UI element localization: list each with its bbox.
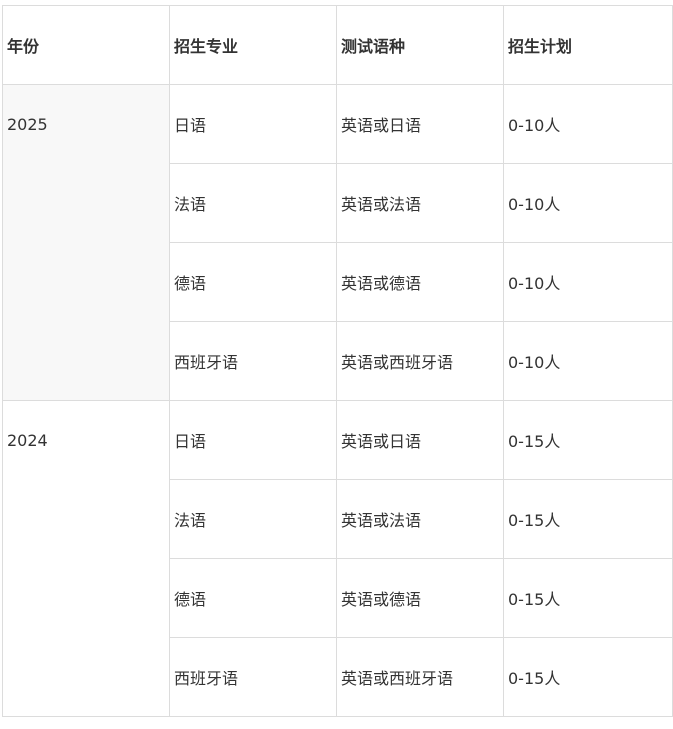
plan-cell: 0-15人 bbox=[503, 558, 673, 638]
admissions-table-container: 年份 招生专业 测试语种 招生计划 2025 日语 英语或日语 0-10人 法语… bbox=[2, 5, 673, 717]
table-row: 2025 日语 英语或日语 0-10人 bbox=[2, 84, 673, 401]
plan-cell: 0-10人 bbox=[503, 242, 673, 322]
plan-cell: 0-10人 bbox=[503, 84, 673, 164]
major-cell: 德语 bbox=[169, 558, 337, 638]
language-cell: 英语或德语 bbox=[336, 558, 504, 638]
major-cell: 西班牙语 bbox=[169, 637, 337, 717]
language-cell: 英语或日语 bbox=[336, 400, 504, 480]
year-cell: 2025 bbox=[2, 84, 170, 401]
plan-cell: 0-10人 bbox=[503, 163, 673, 243]
header-year: 年份 bbox=[2, 5, 170, 85]
table-row: 2024 日语 英语或日语 0-15人 bbox=[2, 400, 673, 717]
plan-cell: 0-15人 bbox=[503, 400, 673, 480]
language-cell: 英语或法语 bbox=[336, 479, 504, 559]
language-cell: 英语或德语 bbox=[336, 242, 504, 322]
major-cell: 日语 bbox=[169, 400, 337, 480]
major-cell: 西班牙语 bbox=[169, 321, 337, 401]
major-cell: 德语 bbox=[169, 242, 337, 322]
admissions-table: 年份 招生专业 测试语种 招生计划 2025 日语 英语或日语 0-10人 法语… bbox=[2, 5, 673, 717]
language-cell: 英语或法语 bbox=[336, 163, 504, 243]
language-cell: 英语或西班牙语 bbox=[336, 321, 504, 401]
header-major: 招生专业 bbox=[169, 5, 337, 85]
plan-cell: 0-10人 bbox=[503, 321, 673, 401]
year-cell: 2024 bbox=[2, 400, 170, 717]
major-cell: 法语 bbox=[169, 163, 337, 243]
major-cell: 日语 bbox=[169, 84, 337, 164]
plan-cell: 0-15人 bbox=[503, 637, 673, 717]
header-plan: 招生计划 bbox=[503, 5, 673, 85]
plan-cell: 0-15人 bbox=[503, 479, 673, 559]
language-cell: 英语或西班牙语 bbox=[336, 637, 504, 717]
table-header-row: 年份 招生专业 测试语种 招生计划 bbox=[2, 5, 673, 85]
major-cell: 法语 bbox=[169, 479, 337, 559]
header-language: 测试语种 bbox=[336, 5, 504, 85]
language-cell: 英语或日语 bbox=[336, 84, 504, 164]
